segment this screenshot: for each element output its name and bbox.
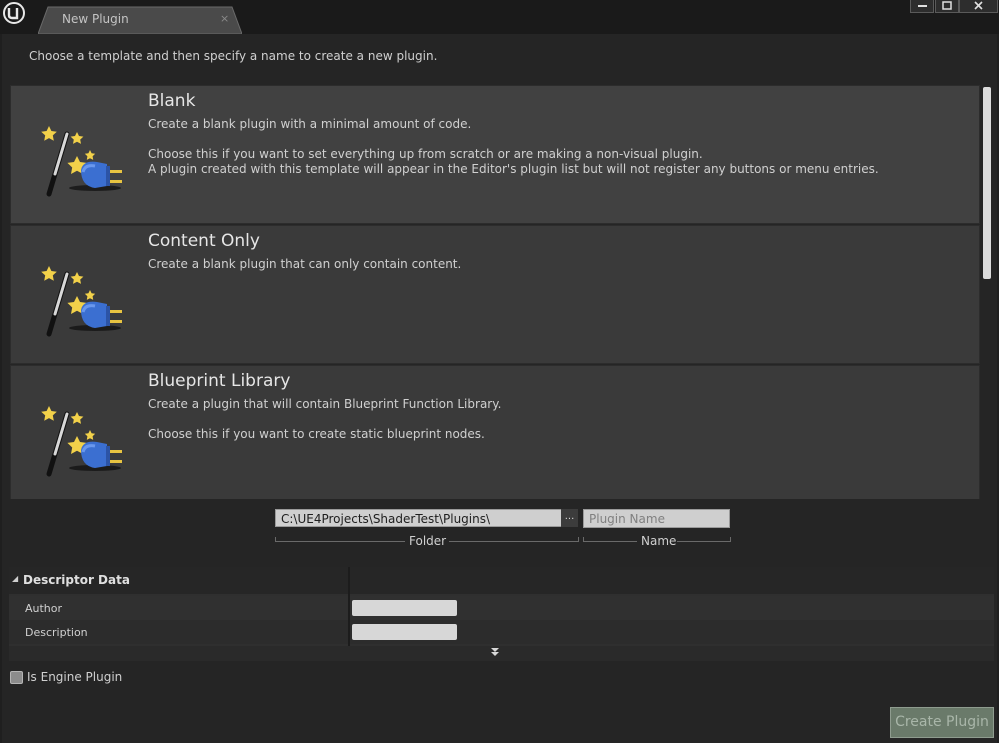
template-description: Create a blank plugin with a minimal amo… [148, 117, 879, 177]
create-plugin-button[interactable]: Create Plugin [890, 707, 994, 738]
template-title: Blueprint Library [148, 371, 291, 391]
property-row-author: Author [9, 596, 994, 620]
folder-caption-line-right [449, 541, 578, 542]
unreal-logo-icon [3, 2, 25, 24]
template-description: Create a plugin that will contain Bluepr… [148, 397, 501, 442]
scrollbar-thumb[interactable] [983, 87, 991, 279]
template-title: Content Only [148, 231, 260, 251]
template-description-line [148, 132, 879, 147]
tab-new-plugin[interactable]: New Plugin × [38, 6, 242, 34]
author-label: Author [25, 602, 63, 615]
engine-plugin-label: Is Engine Plugin [27, 670, 123, 684]
tab-label: New Plugin [62, 12, 129, 26]
template-description: Create a blank plugin that can only cont… [148, 257, 461, 272]
template-card-blueprint-library[interactable]: Blueprint Library Create a plugin that wi… [10, 365, 980, 499]
description-label: Description [25, 626, 88, 639]
new-plugin-panel: Choose a template and then specify a nam… [2, 34, 997, 743]
plugin-wand-icon [37, 102, 133, 198]
folder-caption-tick-right [578, 537, 579, 542]
title-bar: New Plugin × [0, 0, 999, 34]
descriptor-footer [9, 646, 994, 661]
plugin-name-input[interactable]: Plugin Name [583, 509, 730, 528]
folder-caption-line-left [275, 541, 405, 542]
property-row-description: Description [9, 620, 994, 644]
template-description-line [148, 412, 501, 427]
name-caption-line-right [677, 541, 730, 542]
name-caption-tick-right [730, 537, 731, 542]
folder-caption: Folder [409, 534, 447, 548]
name-caption: Name [641, 534, 677, 548]
descriptor-header[interactable]: ◢ Descriptor Data [9, 567, 994, 594]
descriptor-title: Descriptor Data [23, 573, 130, 587]
minimize-button[interactable] [910, 0, 934, 13]
column-divider[interactable] [348, 567, 350, 646]
template-title: Blank [148, 91, 196, 111]
description-field[interactable] [352, 624, 457, 640]
descriptor-data-section: ◢ Descriptor Data Author Description [9, 567, 994, 661]
browse-folder-button[interactable]: ... [561, 509, 578, 527]
plugin-wand-icon [37, 382, 133, 478]
author-field[interactable] [352, 600, 457, 616]
instructions-text: Choose a template and then specify a nam… [29, 49, 438, 63]
template-list: Blank Create a blank plugin with a minima… [10, 85, 980, 499]
name-caption-line-left [583, 541, 637, 542]
maximize-button[interactable] [935, 0, 959, 13]
template-description-line: Choose this if you want to create static… [148, 427, 485, 441]
template-description-line: Create a blank plugin that can only cont… [148, 257, 462, 271]
template-description-line: Create a plugin that will contain Bluepr… [148, 397, 502, 411]
close-tab-icon[interactable]: × [220, 12, 229, 25]
plugin-wand-icon [37, 242, 133, 338]
template-description-line: A plugin created with this template will… [148, 162, 879, 176]
template-description-line: Create a blank plugin with a minimal amo… [148, 117, 472, 131]
folder-path-field[interactable]: C:\UE4Projects\ShaderTest\Plugins\ [275, 509, 563, 527]
expand-advanced-icon[interactable] [489, 646, 501, 658]
template-card-content-only[interactable]: Content Only Create a blank plugin that c… [10, 225, 980, 364]
template-card-blank[interactable]: Blank Create a blank plugin with a minima… [10, 85, 980, 224]
template-description-line: Choose this if you want to set everythin… [148, 147, 703, 161]
collapse-arrow-icon[interactable]: ◢ [12, 574, 18, 583]
engine-plugin-checkbox[interactable] [10, 671, 23, 684]
close-window-button[interactable] [959, 0, 998, 13]
